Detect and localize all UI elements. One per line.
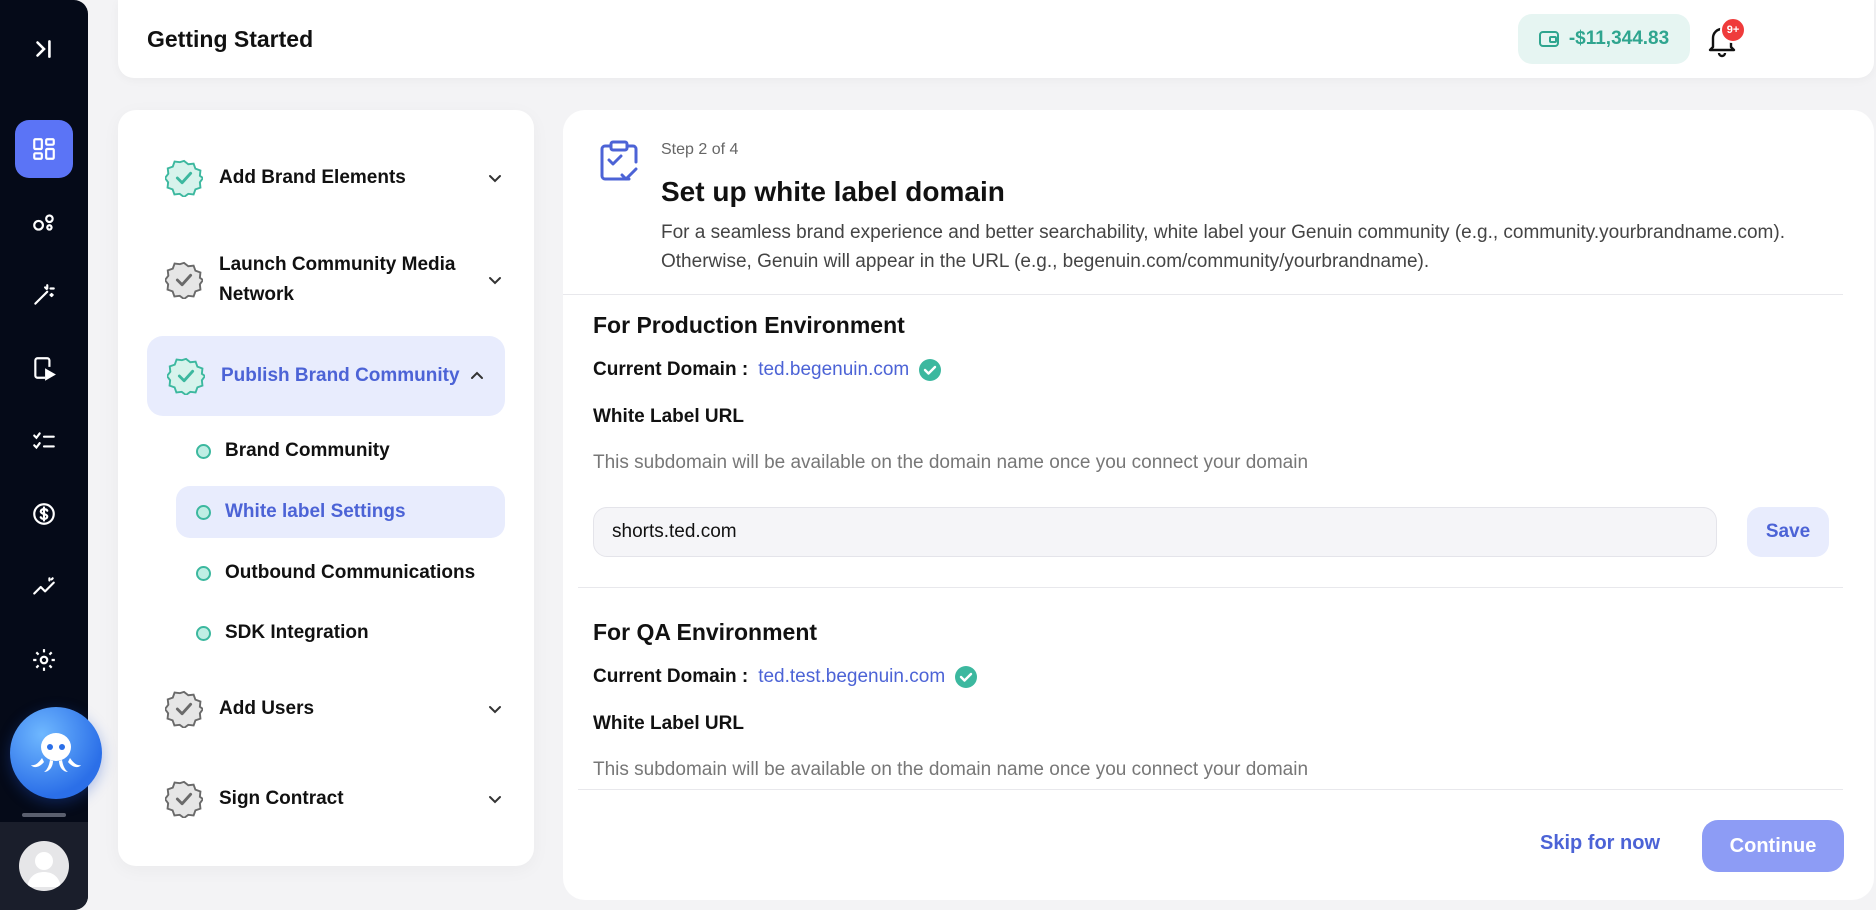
section-description: For a seamless brand experience and bett… xyxy=(661,222,1785,272)
dashboard-icon[interactable] xyxy=(15,120,73,178)
subitem-label: Outbound Communications xyxy=(225,562,476,583)
continue-button[interactable]: Continue xyxy=(1702,820,1844,872)
step-label: Sign Contract xyxy=(219,788,344,809)
section-heading: Set up white label domain xyxy=(661,176,1005,207)
clipboard-check-icon xyxy=(600,140,638,181)
production-title: For Production Environment xyxy=(593,312,905,338)
analytics-icon[interactable] xyxy=(15,558,73,616)
subitem-outbound-communications[interactable]: Outbound Communications xyxy=(176,547,505,599)
help-text: This subdomain will be available on the … xyxy=(593,759,1309,780)
wallet-icon xyxy=(1538,31,1559,47)
divider xyxy=(578,587,1843,588)
status-dot xyxy=(196,625,211,641)
wallet-balance: -$11,344.83 xyxy=(1568,28,1670,49)
step-label: Launch Community Media Network xyxy=(219,254,456,305)
save-button[interactable]: Save xyxy=(1747,507,1829,557)
verified-check-icon xyxy=(919,359,942,381)
current-domain-label: Current Domain : xyxy=(593,359,749,380)
pending-badge-icon xyxy=(165,261,203,299)
completed-badge-icon xyxy=(165,159,203,197)
community-icon[interactable] xyxy=(15,193,73,251)
pending-badge-icon xyxy=(165,780,203,818)
chevron-down-icon[interactable] xyxy=(485,699,505,719)
step-label: Add Users xyxy=(219,698,315,719)
status-dot xyxy=(196,504,211,520)
status-dot xyxy=(196,565,211,581)
notification-badge: 9+ xyxy=(1720,17,1746,43)
step-sign-contract[interactable]: Sign Contract xyxy=(165,779,523,819)
subitem-label: White label Settings xyxy=(225,501,406,522)
white-label-url-label: White Label URL xyxy=(593,406,744,427)
step-add-users[interactable]: Add Users xyxy=(165,689,523,729)
current-domain-link[interactable]: ted.begenuin.com xyxy=(758,359,909,381)
settings-icon[interactable] xyxy=(15,631,73,689)
video-icon[interactable] xyxy=(15,339,73,397)
subitem-label: Brand Community xyxy=(225,440,390,461)
step-launch-community-media-network[interactable]: Launch Community Media Network xyxy=(165,248,523,312)
chevron-up-icon[interactable] xyxy=(467,366,487,386)
verified-check-icon xyxy=(955,666,978,688)
page-title: Getting Started xyxy=(147,26,314,52)
subitem-brand-community[interactable]: Brand Community xyxy=(176,425,505,477)
avatar[interactable] xyxy=(19,841,69,891)
step-count: Step 2 of 4 xyxy=(661,141,739,158)
divider xyxy=(563,294,1843,295)
checklist-icon[interactable] xyxy=(15,412,73,470)
octopus-assistant-icon[interactable] xyxy=(10,707,102,799)
user-section xyxy=(0,822,88,910)
white-label-url-label: White Label URL xyxy=(593,713,744,734)
magic-wand-icon[interactable] xyxy=(15,266,73,324)
step-publish-brand-community[interactable]: Publish Brand Community xyxy=(147,336,505,416)
status-dot xyxy=(196,443,211,459)
help-text: This subdomain will be available on the … xyxy=(593,452,1309,473)
dollar-icon[interactable] xyxy=(15,485,73,543)
left-rail xyxy=(0,0,102,910)
production-current-domain: Current Domain : ted.begenuin.com xyxy=(593,359,942,381)
pending-badge-icon xyxy=(165,690,203,728)
divider xyxy=(578,789,1843,790)
current-domain-link[interactable]: ted.test.begenuin.com xyxy=(758,666,945,688)
qa-title: For QA Environment xyxy=(593,619,818,645)
skip-for-now-link[interactable]: Skip for now xyxy=(1540,832,1660,855)
current-domain-label: Current Domain : xyxy=(593,666,749,687)
subitem-label: SDK Integration xyxy=(225,622,369,643)
subitem-white-label-settings[interactable]: White label Settings xyxy=(176,486,505,538)
completed-badge-icon xyxy=(167,357,205,395)
chevron-down-icon[interactable] xyxy=(485,168,505,188)
rail-divider xyxy=(22,813,66,817)
wallet-balance-button[interactable]: -$11,344.83 xyxy=(1518,14,1690,64)
step-label: Publish Brand Community xyxy=(221,365,460,386)
subitem-sdk-integration[interactable]: SDK Integration xyxy=(176,607,505,659)
collapse-icon[interactable] xyxy=(15,20,73,78)
chevron-down-icon[interactable] xyxy=(485,270,505,290)
step-label: Add Brand Elements xyxy=(219,167,406,188)
white-label-url-input[interactable] xyxy=(593,507,1717,557)
qa-current-domain: Current Domain : ted.test.begenuin.com xyxy=(593,666,978,688)
chevron-down-icon[interactable] xyxy=(485,789,505,809)
step-add-brand-elements[interactable]: Add Brand Elements xyxy=(165,158,523,198)
